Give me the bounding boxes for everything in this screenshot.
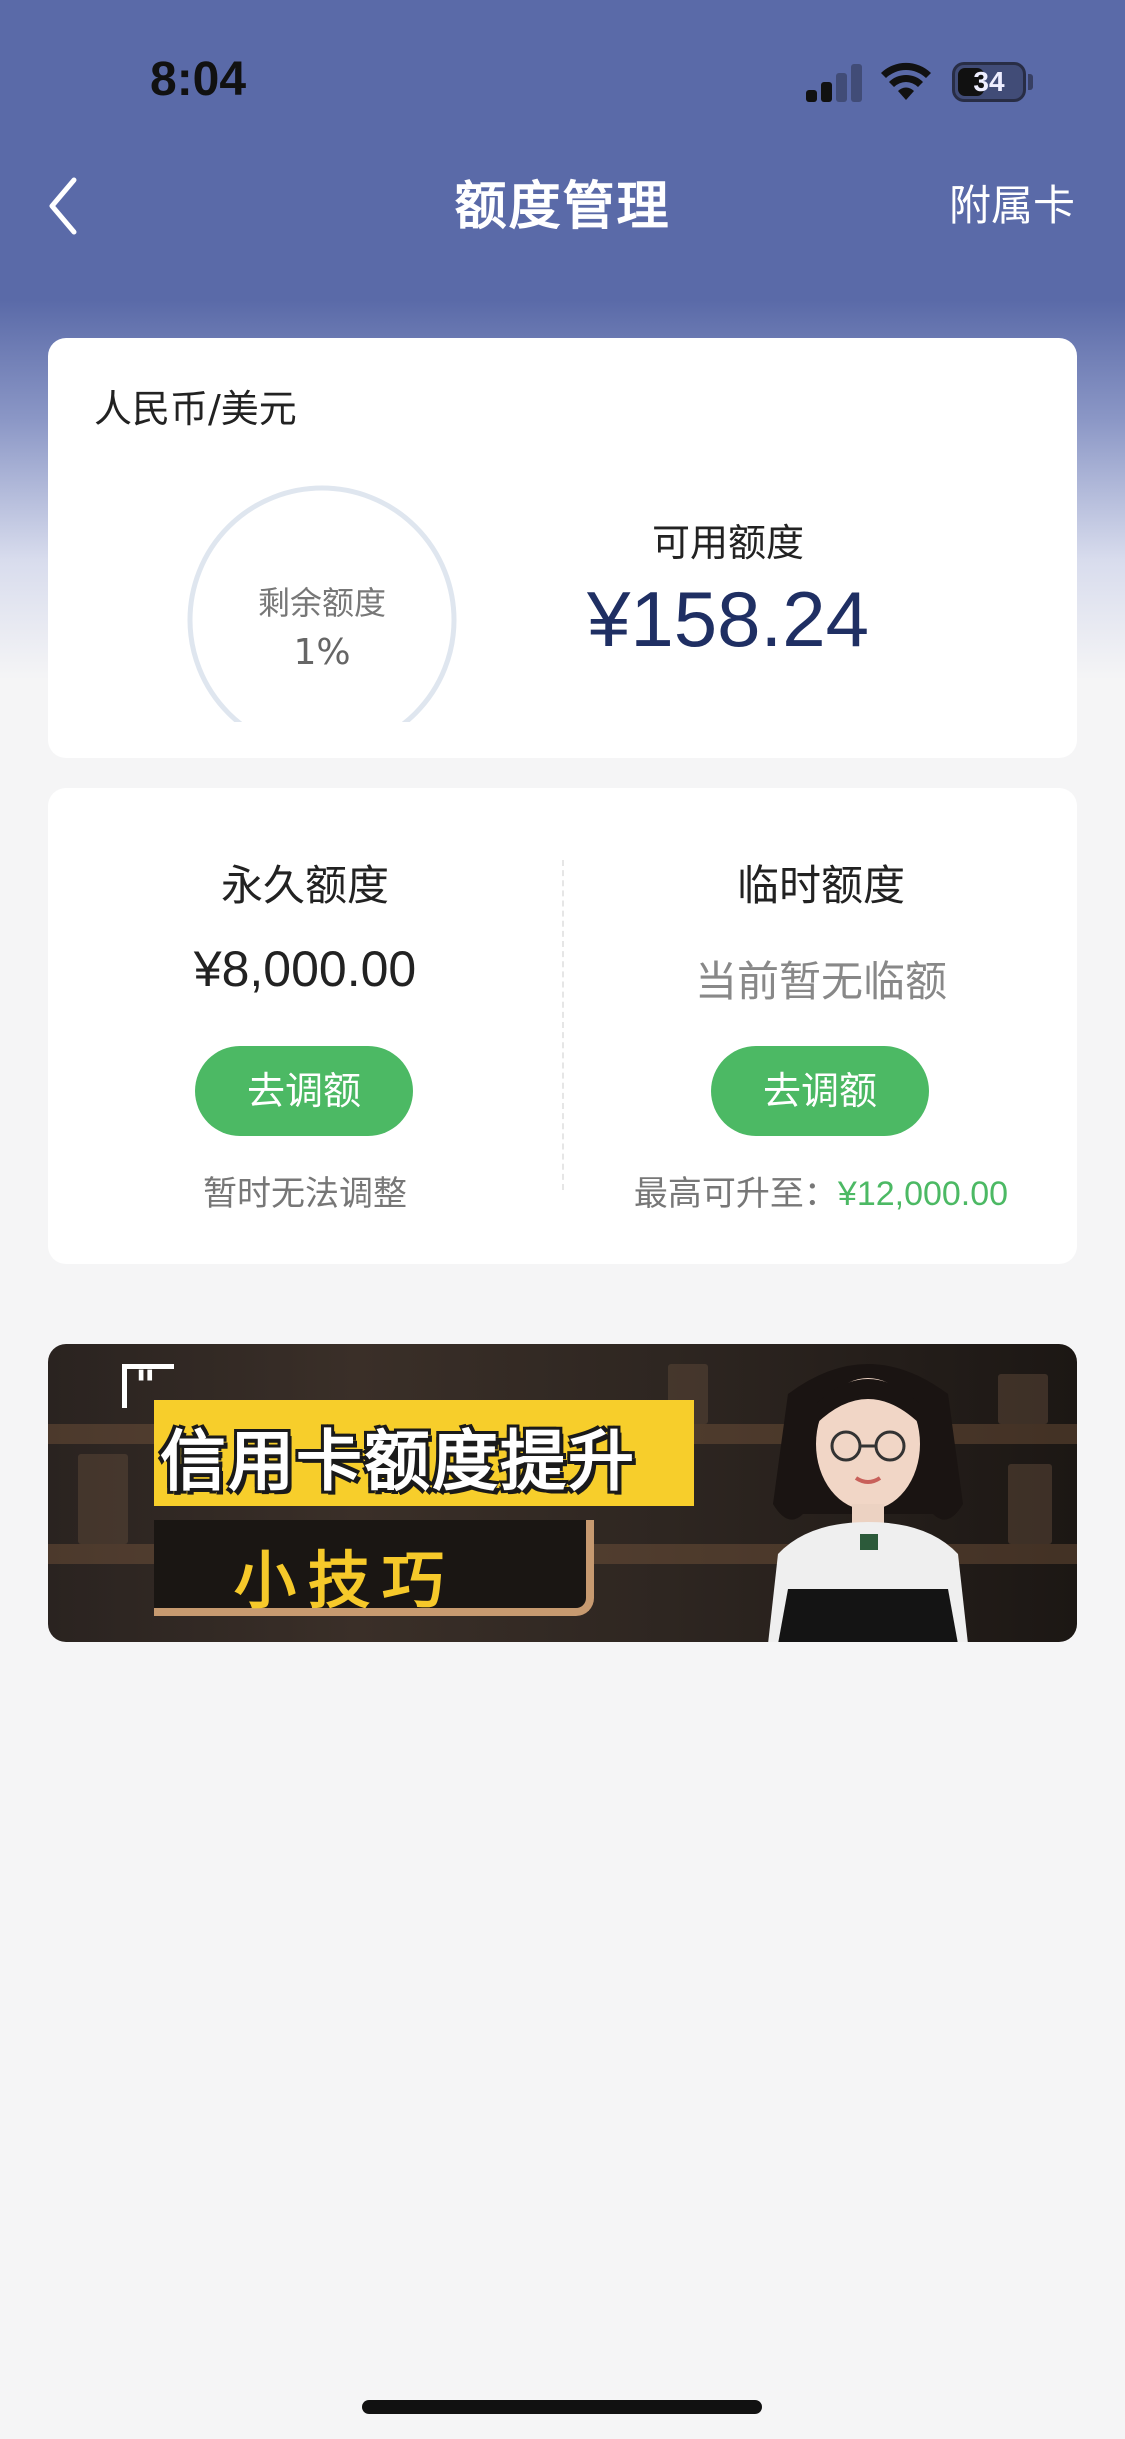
supplementary-card-link[interactable]: 附属卡 (949, 172, 1075, 233)
permanent-limit-value: ¥8,000.00 (193, 941, 417, 997)
book-decoration (998, 1374, 1048, 1424)
temporary-limit-title: 临时额度 (736, 861, 905, 910)
promo-video-banner[interactable]: " 信用卡额度提升 小技巧 (48, 1344, 1077, 1642)
home-indicator (362, 2400, 762, 2414)
banner-title: 信用卡额度提升 (160, 1423, 636, 1500)
presenter-image (768, 1364, 968, 1642)
battery-icon: 34 (952, 62, 1026, 102)
remaining-limit-gauge: 剩余额度 1% (184, 482, 460, 722)
available-limit-amount: ¥158.24 (587, 575, 869, 663)
battery-level: 34 (973, 66, 1005, 97)
temporary-limit-note: 最高可升至：¥12,000.00 (564, 1166, 1078, 1215)
permanent-limit-section: 永久额度 ¥8,000.00 去调额 暂时无法调整 (48, 788, 562, 1264)
permanent-limit-note: 暂时无法调整 (203, 1174, 407, 1214)
available-credit-card: 人民币/美元 剩余额度 1% 可用额度 ¥158.24 (48, 338, 1077, 758)
wifi-icon (881, 62, 931, 100)
adjust-temporary-limit-button[interactable]: 去调额 (711, 1046, 929, 1136)
permanent-limit-title: 永久额度 (220, 861, 389, 910)
book-decoration (78, 1454, 128, 1544)
cellular-signal-icon (806, 62, 864, 102)
currency-label: 人民币/美元 (94, 387, 297, 431)
book-decoration (1008, 1464, 1052, 1544)
temporary-limit-section: 临时额度 当前暂无临额 去调额 最高可升至：¥12,000.00 (564, 788, 1078, 1264)
status-bar: 8:04 34 (0, 0, 1125, 160)
adjust-permanent-limit-button[interactable]: 去调额 (195, 1046, 413, 1136)
battery-tip (1028, 74, 1033, 90)
credit-limits-card: 永久额度 ¥8,000.00 去调额 暂时无法调整 临时额度 当前暂无临额 去调… (48, 788, 1077, 1264)
banner-subtitle: 小技巧 (234, 1544, 457, 1617)
temporary-limit-value: 当前暂无临额 (694, 957, 947, 1006)
max-limit-amount: ¥12,000.00 (837, 1175, 1009, 1213)
status-time: 8:04 (150, 53, 247, 106)
navigation-bar: 额度管理 附属卡 (0, 150, 1125, 246)
gauge-label: 剩余额度 (257, 584, 386, 622)
gauge-percent: 1% (293, 632, 351, 673)
available-limit-label: 可用额度 (651, 521, 804, 565)
max-limit-prefix: 最高可升至： (633, 1174, 838, 1214)
